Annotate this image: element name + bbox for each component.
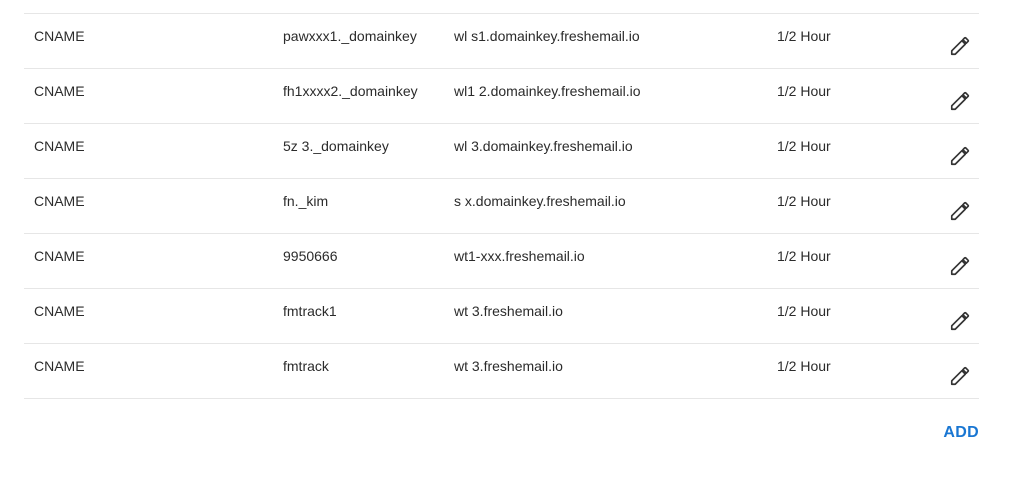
- table-row: CNAME pawxxx1._domainkey wl s1.domainkey.f…: [24, 14, 979, 69]
- pencil-icon: [950, 366, 970, 386]
- record-ttl: 1/2 Hour: [777, 248, 831, 264]
- table-row: CNAME 9950666 wt1-xxx.freshemail.io 1/2 Hou…: [24, 234, 979, 289]
- pencil-icon: [950, 256, 970, 276]
- record-name: fmtrack1: [283, 303, 337, 319]
- record-data: wl s1.domainkey.freshemail.io: [454, 28, 640, 44]
- pencil-icon: [950, 311, 970, 331]
- record-type: CNAME: [34, 303, 85, 319]
- record-ttl: 1/2 Hour: [777, 358, 831, 374]
- record-type: CNAME: [34, 193, 85, 209]
- record-data: wt1-xxx.freshemail.io: [454, 248, 585, 264]
- record-ttl: 1/2 Hour: [777, 83, 831, 99]
- table-row: CNAME fmtrack1 wt 3.freshemail.io 1/2 Hour: [24, 289, 979, 344]
- record-type: CNAME: [34, 358, 85, 374]
- add-button[interactable]: ADD: [943, 424, 979, 442]
- edit-record-button[interactable]: [948, 254, 972, 278]
- edit-record-button[interactable]: [948, 89, 972, 113]
- record-data: wt 3.freshemail.io: [454, 358, 563, 374]
- record-data: wt 3.freshemail.io: [454, 303, 563, 319]
- record-type: CNAME: [34, 28, 85, 44]
- edit-record-button[interactable]: [948, 34, 972, 58]
- record-type: CNAME: [34, 138, 85, 154]
- edit-record-button[interactable]: [948, 364, 972, 388]
- record-data: wl1 2.domainkey.freshemail.io: [454, 83, 641, 99]
- record-name: 9950666: [283, 248, 338, 264]
- edit-record-button[interactable]: [948, 144, 972, 168]
- record-name: 5z 3._domainkey: [283, 138, 389, 154]
- record-ttl: 1/2 Hour: [777, 28, 831, 44]
- record-data: wl 3.domainkey.freshemail.io: [454, 138, 633, 154]
- record-ttl: 1/2 Hour: [777, 303, 831, 319]
- pencil-icon: [950, 201, 970, 221]
- pencil-icon: [950, 36, 970, 56]
- record-ttl: 1/2 Hour: [777, 193, 831, 209]
- dns-records-table: CNAME pawxxx1._domainkey wl s1.domainkey.f…: [24, 13, 979, 399]
- pencil-icon: [950, 146, 970, 166]
- record-type: CNAME: [34, 248, 85, 264]
- edit-record-button[interactable]: [948, 309, 972, 333]
- record-type: CNAME: [34, 83, 85, 99]
- table-row: CNAME fh1xxxx2._domainkey wl1 2.domainkey.…: [24, 69, 979, 124]
- table-row: CNAME 5z 3._domainkey wl 3.domainkey.fresh…: [24, 124, 979, 179]
- record-name: pawxxx1._domainkey: [283, 28, 417, 44]
- edit-record-button[interactable]: [948, 199, 972, 223]
- record-name: fh1xxxx2._domainkey: [283, 83, 418, 99]
- record-name: fn._kim: [283, 193, 329, 209]
- record-data: s x.domainkey.freshemail.io: [454, 193, 626, 209]
- record-ttl: 1/2 Hour: [777, 138, 831, 154]
- table-row: CNAME fmtrack wt 3.freshemail.io 1/2 Hour: [24, 344, 979, 399]
- table-row: CNAME fn._kim s x.domainkey.freshemail.io 1…: [24, 179, 979, 234]
- record-name: fmtrack: [283, 358, 329, 374]
- pencil-icon: [950, 91, 970, 111]
